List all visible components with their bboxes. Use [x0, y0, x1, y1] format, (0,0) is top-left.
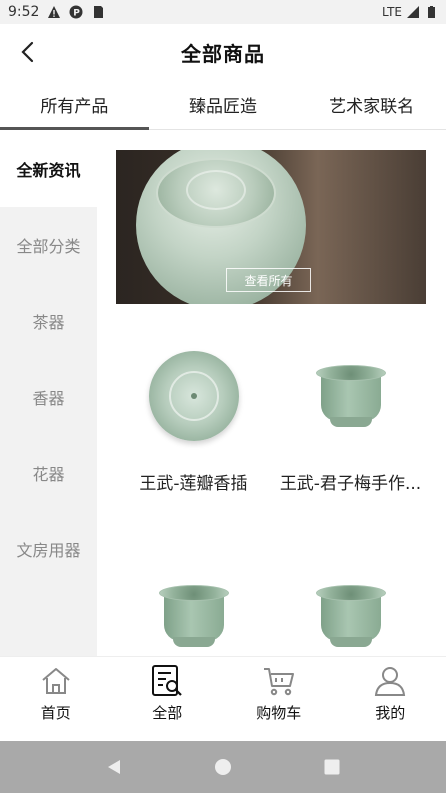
triangle-back-icon [108, 760, 121, 774]
sidebar-item-label: 文房用器 [16, 541, 81, 560]
tabbar-me[interactable]: 我的 [335, 657, 446, 730]
tabbar-home[interactable]: 首页 [0, 657, 112, 730]
tab-premium-craft[interactable]: 臻品匠造 [149, 80, 298, 129]
celadon-cup-image [158, 585, 229, 647]
sidebar-item-tea-ware[interactable]: 茶器 [0, 283, 97, 359]
tab-label: 所有产品 [40, 97, 109, 117]
square-recents-icon [324, 759, 340, 775]
category-tabs: 所有产品 臻品匠造 艺术家联名 [0, 80, 446, 130]
bottom-tab-bar: 首页 全部 购物车 我的 [0, 656, 446, 730]
tabbar-cart[interactable]: 购物车 [223, 657, 335, 730]
battery-icon [428, 6, 435, 18]
bottom-spacer [0, 730, 446, 741]
cart-icon [263, 668, 294, 696]
promo-banner[interactable]: 查看所有 [116, 150, 426, 304]
main-content: 查看所有 王武-莲瓣香插 王武-君子梅手作... [97, 131, 446, 656]
system-back-button[interactable] [102, 755, 126, 779]
app-header: 全部商品 [0, 24, 446, 80]
tab-artist-collab[interactable]: 艺术家联名 [297, 80, 446, 129]
system-home-button[interactable] [211, 755, 235, 779]
lotus-incense-holder-image [148, 351, 239, 441]
back-arrow-icon [21, 41, 34, 63]
status-bar: 9:52 P LTE [0, 0, 446, 24]
tabbar-label: 我的 [375, 704, 406, 722]
user-icon [375, 667, 406, 696]
signal-icon [407, 6, 419, 18]
product-card[interactable] [116, 551, 271, 656]
celadon-cup-image [315, 585, 386, 647]
sidebar: 全新资讯 全部分类 茶器 香器 花器 文房用器 [0, 131, 97, 656]
sidebar-item-news[interactable]: 全新资讯 [0, 131, 97, 207]
sidebar-item-stationery[interactable]: 文房用器 [0, 511, 97, 587]
sidebar-item-all-categories[interactable]: 全部分类 [0, 207, 97, 283]
celadon-cup-image [315, 365, 386, 427]
tab-all-products[interactable]: 所有产品 [0, 80, 149, 130]
sidebar-item-label: 茶器 [32, 313, 65, 332]
system-recents-button[interactable] [320, 755, 344, 779]
product-image [273, 551, 428, 656]
sidebar-item-label: 花器 [32, 465, 65, 484]
back-button[interactable] [8, 32, 48, 72]
product-card[interactable]: 王武-君子梅手作... [273, 331, 428, 501]
view-all-label: 查看所有 [244, 273, 293, 288]
tabbar-label: 购物车 [256, 704, 302, 722]
status-time: 9:52 [8, 4, 40, 20]
network-type: LTE [382, 5, 402, 19]
product-card[interactable] [273, 551, 428, 656]
tabbar-label: 全部 [152, 704, 183, 722]
lotus-pattern [186, 170, 246, 210]
tab-label: 臻品匠造 [189, 97, 257, 117]
tabbar-all[interactable]: 全部 [112, 657, 224, 730]
sidebar-item-label: 香器 [32, 389, 65, 408]
p-icon: P [69, 5, 83, 19]
page-title: 全部商品 [181, 41, 265, 66]
product-image [273, 331, 428, 461]
sd-card-icon [94, 6, 104, 18]
tab-label: 艺术家联名 [329, 97, 415, 117]
system-nav-bar [0, 741, 446, 793]
product-image [116, 551, 271, 656]
warning-icon [48, 6, 61, 18]
sidebar-item-label: 全部分类 [16, 237, 81, 256]
tabbar-label: 首页 [40, 704, 71, 722]
catalog-search-icon [152, 665, 183, 696]
product-card[interactable]: 王武-莲瓣香插 [116, 331, 271, 501]
sidebar-item-incense-ware[interactable]: 香器 [0, 359, 97, 435]
circle-home-icon [214, 759, 231, 775]
product-name: 王武-君子梅手作... [279, 473, 422, 494]
view-all-button[interactable]: 查看所有 [226, 268, 311, 292]
sidebar-item-flower-ware[interactable]: 花器 [0, 435, 97, 511]
product-name: 王武-莲瓣香插 [139, 473, 248, 494]
svg-text:P: P [74, 9, 81, 19]
product-image [116, 331, 271, 461]
sidebar-item-label: 全新资讯 [16, 161, 81, 180]
home-icon [42, 668, 70, 694]
